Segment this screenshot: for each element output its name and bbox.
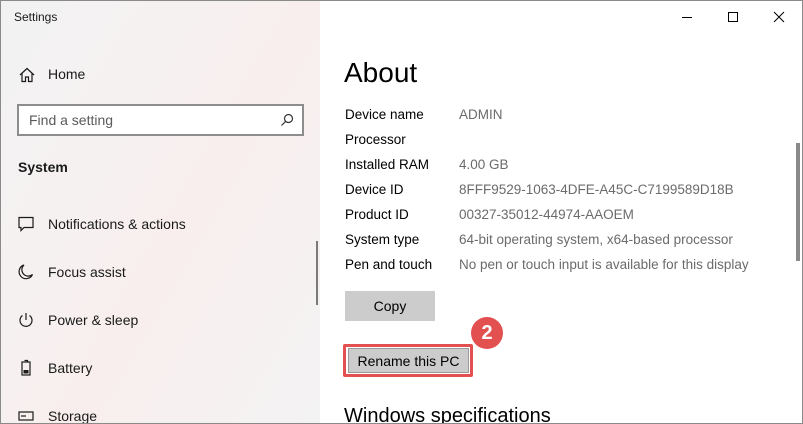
sidebar-item-label: Home (48, 66, 86, 82)
sidebar-item-focus-assist[interactable]: Focus assist (1, 251, 320, 291)
spec-value: 00327-35012-44974-AAOEM (459, 207, 634, 222)
spec-value: No pen or touch input is available for t… (459, 257, 749, 272)
spec-label: Pen and touch (345, 257, 433, 272)
sidebar-scrollbar[interactable] (316, 241, 318, 305)
settings-window: Settings Home System (0, 0, 803, 424)
close-icon (773, 11, 785, 23)
power-icon (17, 311, 35, 329)
sidebar-item-label: Focus assist (48, 264, 126, 280)
sidebar-item-label: Notifications & actions (48, 216, 186, 232)
copy-button[interactable]: Copy (345, 291, 435, 321)
spec-label: Device ID (345, 182, 404, 197)
maximize-icon (728, 12, 738, 22)
step-badge: 2 (471, 317, 503, 349)
moon-icon (17, 263, 35, 281)
sidebar-item-label: Power & sleep (48, 312, 139, 328)
sidebar-item-home[interactable]: Home (1, 57, 320, 91)
minimize-button[interactable] (664, 1, 710, 33)
search-box[interactable] (17, 104, 304, 136)
page-title: About (344, 57, 418, 88)
battery-icon (17, 359, 35, 377)
notification-icon (17, 215, 35, 233)
section-title-system: System (18, 159, 68, 175)
maximize-button[interactable] (710, 1, 756, 33)
sidebar-item-label: Storage (48, 408, 98, 424)
spec-value: ADMIN (459, 107, 503, 122)
sidebar-item-notifications[interactable]: Notifications & actions (1, 203, 320, 243)
app-title: Settings (14, 10, 58, 24)
spec-label: Processor (345, 132, 406, 147)
sidebar-item-power-sleep[interactable]: Power & sleep (1, 299, 320, 339)
spec-value: 64-bit operating system, x64-based proce… (459, 232, 733, 247)
minimize-icon (682, 17, 692, 18)
home-icon (18, 66, 36, 84)
spec-label: System type (345, 232, 420, 247)
spec-value: 4.00 GB (459, 157, 509, 172)
sidebar-item-battery[interactable]: Battery (1, 347, 320, 387)
main-scrollbar[interactable] (796, 143, 800, 261)
storage-icon (17, 407, 35, 423)
windows-specifications-heading: Windows specifications (344, 405, 551, 424)
close-button[interactable] (756, 1, 802, 33)
search-input[interactable] (19, 106, 269, 134)
spec-value: 8FFF9529-1063-4DFE-A45C-C7199589D18B (459, 182, 734, 197)
sidebar-item-storage[interactable]: Storage (1, 395, 320, 424)
sidebar-item-label: Battery (48, 360, 93, 376)
spec-label: Product ID (345, 207, 409, 222)
rename-pc-button[interactable]: Rename this PC (348, 348, 469, 373)
spec-label: Installed RAM (345, 157, 430, 172)
sidebar: Settings Home System (1, 1, 320, 424)
spec-label: Device name (345, 107, 424, 122)
search-icon[interactable] (280, 113, 294, 127)
